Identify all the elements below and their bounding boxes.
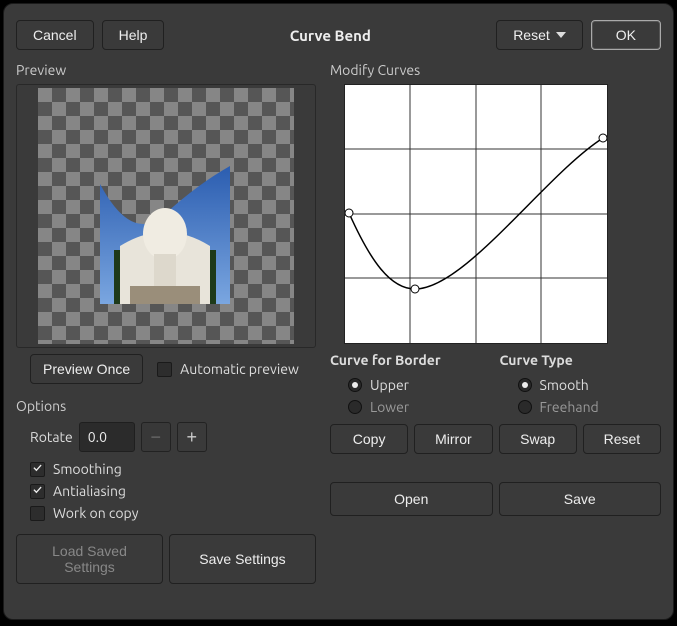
- upper-radio-row[interactable]: Upper: [330, 374, 492, 396]
- options-heading: Options: [16, 398, 316, 414]
- lower-radio[interactable]: [348, 400, 362, 414]
- content-area: Preview: [16, 62, 661, 607]
- preview-once-button[interactable]: Preview Once: [30, 354, 143, 384]
- antialias-label: Antialiasing: [53, 483, 126, 499]
- left-column: Preview: [16, 62, 316, 607]
- curve-editor[interactable]: [344, 84, 608, 344]
- smoothing-checkbox[interactable]: [30, 462, 45, 477]
- cancel-button[interactable]: Cancel: [16, 20, 94, 50]
- settings-buttons-row: Load Saved Settings Save Settings: [16, 534, 316, 584]
- ok-button[interactable]: OK: [591, 20, 661, 50]
- work-on-copy-checkbox-row[interactable]: Work on copy: [16, 502, 316, 524]
- work-on-copy-label: Work on copy: [53, 505, 138, 521]
- preview-image: [100, 166, 230, 304]
- dialog-window: Cancel Help Curve Bend Reset OK Preview: [3, 3, 674, 620]
- work-on-copy-checkbox[interactable]: [30, 506, 45, 521]
- rotate-decrement-button[interactable]: −: [141, 422, 171, 452]
- load-saved-settings-button[interactable]: Load Saved Settings: [16, 534, 163, 584]
- curve-options-columns: Curve for Border Upper Lower Curve Type …: [330, 352, 661, 418]
- dialog-title: Curve Bend: [172, 27, 488, 44]
- auto-preview-checkbox[interactable]: [157, 362, 172, 377]
- smoothing-checkbox-row[interactable]: Smoothing: [16, 458, 316, 480]
- curve-type-column: Curve Type Smooth Freehand: [500, 352, 662, 418]
- preview-controls-row: Preview Once Automatic preview: [16, 354, 316, 384]
- copy-button[interactable]: Copy: [330, 424, 408, 454]
- freehand-radio[interactable]: [518, 400, 532, 414]
- freehand-radio-row[interactable]: Freehand: [500, 396, 662, 418]
- rotate-input[interactable]: 0.0: [79, 422, 135, 452]
- upper-label: Upper: [370, 377, 409, 393]
- right-column: Modify Curves Curve for Border: [330, 62, 661, 607]
- smooth-label: Smooth: [540, 377, 589, 393]
- curve-reset-button[interactable]: Reset: [583, 424, 661, 454]
- curve-type-heading: Curve Type: [500, 352, 662, 368]
- upper-radio[interactable]: [348, 378, 362, 392]
- open-save-row: Open Save: [330, 482, 661, 516]
- chevron-down-icon: [556, 32, 566, 38]
- preview-canvas: [38, 88, 294, 344]
- smooth-radio[interactable]: [518, 378, 532, 392]
- auto-preview-checkbox-row[interactable]: Automatic preview: [157, 358, 299, 380]
- preview-frame: [16, 84, 316, 348]
- smooth-radio-row[interactable]: Smooth: [500, 374, 662, 396]
- preview-heading: Preview: [16, 62, 316, 78]
- curve-border-column: Curve for Border Upper Lower: [330, 352, 492, 418]
- modify-curves-heading: Modify Curves: [330, 62, 661, 78]
- rotate-increment-button[interactable]: +: [177, 422, 207, 452]
- open-button[interactable]: Open: [330, 482, 493, 516]
- smoothing-label: Smoothing: [53, 461, 122, 477]
- save-settings-button[interactable]: Save Settings: [169, 534, 316, 584]
- swap-button[interactable]: Swap: [499, 424, 577, 454]
- curve-border-heading: Curve for Border: [330, 352, 492, 368]
- lower-radio-row[interactable]: Lower: [330, 396, 492, 418]
- rotate-row: Rotate 0.0 − +: [16, 422, 316, 452]
- lower-label: Lower: [370, 399, 409, 415]
- antialias-checkbox[interactable]: [30, 484, 45, 499]
- auto-preview-label: Automatic preview: [180, 361, 299, 377]
- curve-action-buttons: Copy Mirror Swap Reset: [330, 424, 661, 454]
- rotate-label: Rotate: [30, 429, 73, 445]
- freehand-label: Freehand: [540, 399, 599, 415]
- titlebar: Cancel Help Curve Bend Reset OK: [16, 16, 661, 62]
- reset-menu-button[interactable]: Reset: [496, 20, 583, 50]
- mirror-button[interactable]: Mirror: [414, 424, 492, 454]
- antialias-checkbox-row[interactable]: Antialiasing: [16, 480, 316, 502]
- help-button[interactable]: Help: [102, 20, 165, 50]
- reset-label: Reset: [513, 27, 550, 43]
- save-button[interactable]: Save: [499, 482, 662, 516]
